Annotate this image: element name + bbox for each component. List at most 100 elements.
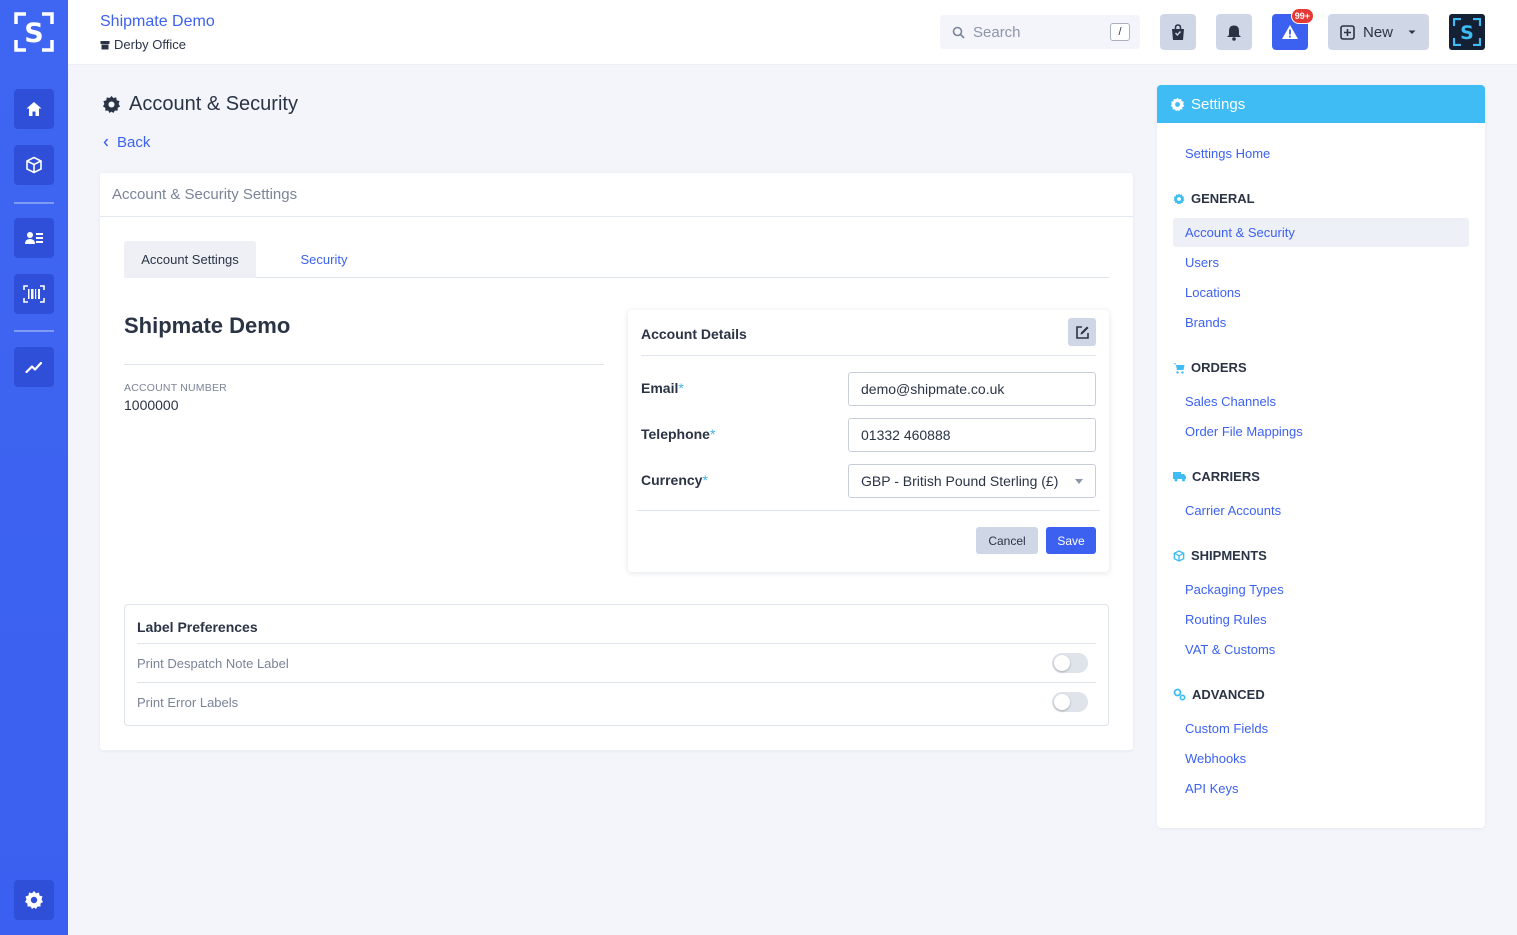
print-despatch-note-toggle[interactable] bbox=[1052, 653, 1088, 673]
email-label: Email* bbox=[641, 380, 684, 396]
print-despatch-note-label: Print Despatch Note Label bbox=[137, 656, 289, 671]
org-name[interactable]: Shipmate Demo bbox=[100, 13, 215, 31]
new-button[interactable]: New bbox=[1328, 14, 1429, 50]
telephone-field[interactable] bbox=[848, 418, 1096, 452]
account-avatar[interactable]: S bbox=[1449, 14, 1485, 50]
home-button[interactable] bbox=[14, 89, 54, 129]
account-number-label: Account Number bbox=[124, 382, 227, 394]
print-error-labels-toggle[interactable] bbox=[1052, 692, 1088, 712]
shipments-button[interactable] bbox=[14, 145, 54, 185]
section-advanced: Advanced bbox=[1173, 687, 1265, 702]
settings-item-vat-customs[interactable]: VAT & Customs bbox=[1185, 642, 1275, 657]
notifications-button[interactable] bbox=[1216, 14, 1252, 50]
cogs-icon bbox=[1173, 688, 1186, 701]
card-header: Account & Security Settings bbox=[100, 173, 1133, 217]
print-error-labels-label: Print Error Labels bbox=[137, 695, 239, 710]
required-marker: * bbox=[709, 426, 716, 442]
back-link[interactable]: Back bbox=[103, 134, 150, 151]
currency-label: Currency* bbox=[641, 472, 708, 488]
divider bbox=[641, 355, 1096, 356]
shopping-bag-button[interactable] bbox=[1160, 14, 1196, 50]
top-bar: Shipmate Demo Derby Office / 99+ New S bbox=[68, 0, 1517, 65]
settings-item-locations[interactable]: Locations bbox=[1185, 285, 1241, 300]
rail-divider bbox=[14, 202, 54, 204]
search-shortcut-hint: / bbox=[1110, 23, 1130, 41]
gear-icon bbox=[1170, 97, 1185, 111]
gear-icon bbox=[25, 891, 43, 909]
office-selector[interactable]: Derby Office bbox=[100, 37, 186, 52]
section-carriers: Carriers bbox=[1173, 469, 1260, 484]
settings-item-carrier-accounts[interactable]: Carrier Accounts bbox=[1185, 503, 1281, 518]
label-preferences-panel: Label Preferences Print Despatch Note La… bbox=[124, 604, 1109, 726]
section-orders: Orders bbox=[1173, 360, 1247, 375]
shipmate-logo-icon: S bbox=[1453, 18, 1481, 46]
gear-icon bbox=[102, 95, 121, 114]
settings-item-account-security[interactable]: Account & Security bbox=[1173, 218, 1469, 247]
settings-nav: Settings Settings Home General Account &… bbox=[1157, 85, 1485, 828]
edit-button[interactable] bbox=[1068, 318, 1096, 346]
gear-icon bbox=[1173, 193, 1185, 204]
reports-button[interactable] bbox=[14, 347, 54, 387]
search-box[interactable]: / bbox=[940, 15, 1140, 49]
tab-bar: Account Settings Security bbox=[124, 241, 1109, 278]
settings-item-sales-channels[interactable]: Sales Channels bbox=[1185, 394, 1276, 409]
telephone-label: Telephone* bbox=[641, 426, 716, 442]
rail-divider bbox=[14, 330, 54, 332]
tab-account-settings[interactable]: Account Settings bbox=[124, 241, 256, 278]
divider bbox=[124, 364, 604, 365]
label-preferences-title: Label Preferences bbox=[137, 619, 258, 635]
account-details-title: Account Details bbox=[641, 326, 747, 342]
settings-home-link[interactable]: Settings Home bbox=[1185, 146, 1270, 161]
settings-button[interactable] bbox=[14, 880, 54, 920]
settings-item-custom-fields[interactable]: Custom Fields bbox=[1185, 721, 1268, 736]
settings-item-brands[interactable]: Brands bbox=[1185, 315, 1226, 330]
chevron-left-icon bbox=[103, 138, 109, 147]
email-field[interactable] bbox=[848, 372, 1096, 406]
required-marker: * bbox=[678, 380, 684, 396]
shopping-bag-icon bbox=[1172, 23, 1184, 40]
back-link-label: Back bbox=[117, 134, 151, 151]
account-details-panel: Account Details Email* Telephone* Curren… bbox=[628, 310, 1109, 572]
account-name: Shipmate Demo bbox=[124, 313, 291, 338]
svg-text:S: S bbox=[24, 18, 43, 49]
shipmate-logo[interactable]: S bbox=[14, 12, 54, 52]
barcode-icon bbox=[23, 285, 45, 303]
warning-icon bbox=[1282, 25, 1298, 39]
settings-header: Settings bbox=[1157, 85, 1485, 123]
alerts-button[interactable]: 99+ bbox=[1272, 8, 1314, 50]
settings-item-routing-rules[interactable]: Routing Rules bbox=[1185, 612, 1267, 627]
page-title: Account & Security bbox=[102, 93, 298, 116]
new-button-label: New bbox=[1363, 23, 1394, 41]
settings-item-webhooks[interactable]: Webhooks bbox=[1185, 751, 1246, 766]
office-name: Derby Office bbox=[114, 37, 187, 52]
contacts-button[interactable] bbox=[14, 218, 54, 258]
page-title-text: Account & Security bbox=[129, 93, 298, 115]
tab-security[interactable]: Security bbox=[256, 241, 392, 278]
currency-select[interactable]: GBP - British Pound Sterling (£) bbox=[848, 464, 1096, 498]
settings-item-users[interactable]: Users bbox=[1185, 255, 1219, 270]
alerts-badge: 99+ bbox=[1290, 8, 1314, 24]
home-icon bbox=[26, 102, 42, 116]
save-button[interactable]: Save bbox=[1046, 527, 1096, 554]
settings-item-order-file-mappings[interactable]: Order File Mappings bbox=[1185, 424, 1303, 439]
svg-text:S: S bbox=[1460, 22, 1474, 44]
account-security-card: Account & Security Settings Account Sett… bbox=[100, 173, 1133, 750]
search-icon bbox=[952, 26, 965, 39]
truck-icon bbox=[1173, 472, 1186, 482]
cart-icon bbox=[1173, 362, 1185, 374]
settings-item-api-keys[interactable]: API Keys bbox=[1185, 781, 1238, 796]
box-icon bbox=[26, 156, 42, 174]
currency-value: GBP - British Pound Sterling (£) bbox=[861, 473, 1059, 489]
left-rail: S bbox=[0, 0, 68, 935]
scan-button[interactable] bbox=[14, 274, 54, 314]
cancel-button[interactable]: Cancel bbox=[976, 527, 1038, 554]
settings-item-packaging-types[interactable]: Packaging Types bbox=[1185, 582, 1284, 597]
search-input[interactable] bbox=[973, 23, 1103, 41]
divider bbox=[637, 510, 1100, 511]
required-marker: * bbox=[702, 472, 708, 488]
section-shipments: Shipments bbox=[1173, 548, 1267, 563]
settings-title: Settings bbox=[1191, 95, 1246, 113]
user-list-icon bbox=[25, 232, 43, 244]
edit-icon bbox=[1075, 325, 1089, 339]
divider bbox=[137, 682, 1096, 683]
